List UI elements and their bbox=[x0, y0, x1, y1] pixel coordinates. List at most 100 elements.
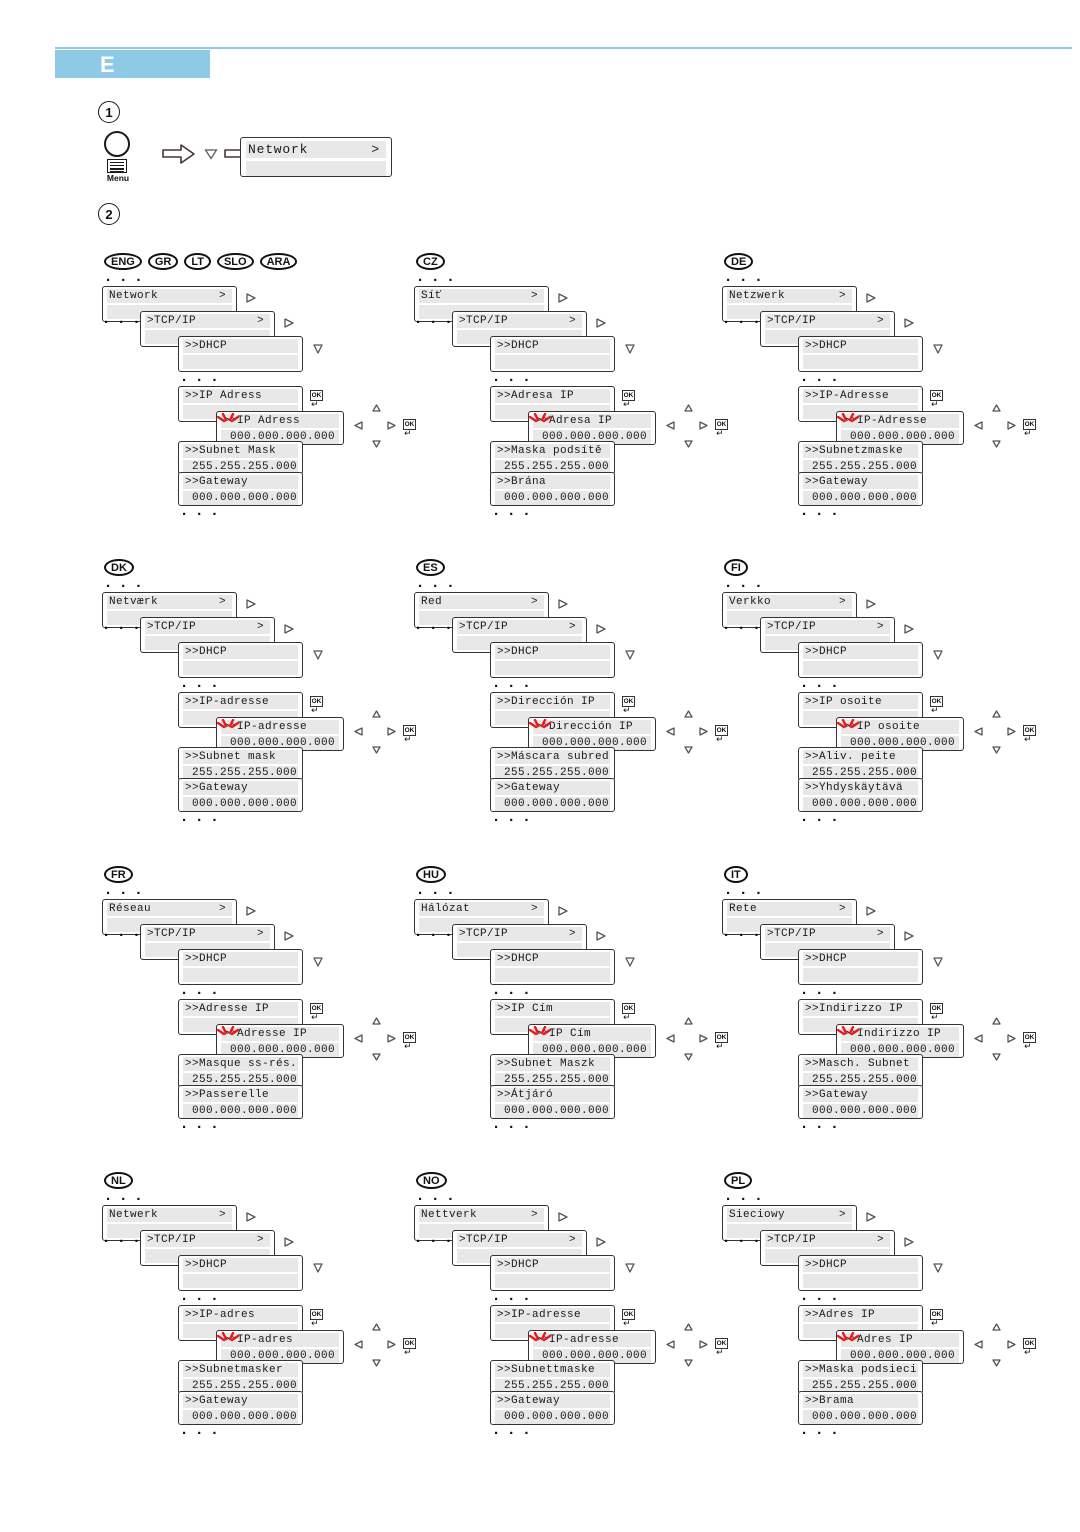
nav-up-triangle-icon[interactable] bbox=[371, 1322, 382, 1332]
ellipsis-left: · · · bbox=[104, 620, 143, 637]
lcd-line-2: 000.000.000.000 bbox=[183, 491, 298, 505]
nav-left-triangle-icon[interactable] bbox=[665, 1339, 676, 1350]
lcd-dk-dhcp: >>DHCP bbox=[178, 642, 303, 678]
nav-left-triangle-icon[interactable] bbox=[665, 1033, 676, 1044]
lcd-caret: > bbox=[218, 596, 226, 608]
menu-lines-icon bbox=[107, 159, 127, 173]
right-triangle-icon bbox=[245, 1211, 257, 1223]
section-tab: E bbox=[55, 50, 210, 78]
nav-up-triangle-icon[interactable] bbox=[991, 1016, 1002, 1026]
nav-up-triangle-icon[interactable] bbox=[683, 1016, 694, 1026]
nav-right-triangle-icon[interactable] bbox=[386, 1033, 397, 1044]
nav-up-triangle-icon[interactable] bbox=[683, 709, 694, 719]
nav-down-triangle-icon[interactable] bbox=[683, 439, 694, 449]
nav-down-triangle-icon[interactable] bbox=[371, 439, 382, 449]
nav-right-triangle-icon[interactable] bbox=[1006, 420, 1017, 431]
nav-down-triangle-icon[interactable] bbox=[683, 745, 694, 755]
nav-left-triangle-icon[interactable] bbox=[353, 1339, 364, 1350]
nav-right-triangle-icon[interactable] bbox=[1006, 1339, 1017, 1350]
nav-up-triangle-icon[interactable] bbox=[371, 403, 382, 413]
down-triangle-icon bbox=[312, 649, 324, 661]
nav-left-triangle-icon[interactable] bbox=[353, 726, 364, 737]
ellipsis-bottom: · · · bbox=[182, 1119, 221, 1136]
nav-left-triangle-icon[interactable] bbox=[353, 1033, 364, 1044]
nav-up-triangle-icon[interactable] bbox=[991, 709, 1002, 719]
lcd-line-1: >>DHCP bbox=[803, 952, 918, 966]
nav-left-triangle-icon[interactable] bbox=[973, 1033, 984, 1044]
nav-left-triangle-icon[interactable] bbox=[665, 420, 676, 431]
down-triangle-icon bbox=[624, 956, 636, 968]
lcd-line-1: >>Gateway bbox=[803, 1088, 918, 1102]
lcd-es-gateway: >>Gateway 000.000.000.000 bbox=[490, 778, 615, 812]
down-triangle-icon bbox=[204, 147, 218, 160]
nav-up-triangle-icon[interactable] bbox=[371, 709, 382, 719]
blink-indicator-up-icon bbox=[836, 1026, 862, 1046]
return-key-icon: ↵ bbox=[623, 1013, 631, 1023]
nav-right-triangle-icon[interactable] bbox=[698, 1033, 709, 1044]
nav-left-triangle-icon[interactable] bbox=[665, 726, 676, 737]
lcd-line-1: >>IP osoite bbox=[803, 695, 918, 709]
blink-indicator-up-icon bbox=[528, 413, 554, 433]
lcd-de-gateway: >>Gateway 000.000.000.000 bbox=[798, 472, 923, 506]
nav-right-triangle-icon[interactable] bbox=[698, 1339, 709, 1350]
ellipsis-left: · · · bbox=[104, 927, 143, 944]
right-triangle-icon-2 bbox=[283, 623, 295, 635]
ellipsis-bottom: · · · bbox=[494, 812, 533, 829]
nav-left-triangle-icon[interactable] bbox=[973, 420, 984, 431]
lcd-caret: > bbox=[568, 315, 576, 327]
language-badge-cz: CZ bbox=[416, 253, 445, 270]
lcd-line-2 bbox=[803, 968, 918, 982]
nav-down-triangle-icon[interactable] bbox=[371, 1358, 382, 1368]
lcd-line-1: >>Subnet mask bbox=[183, 750, 298, 764]
blink-indicator-up-icon bbox=[836, 719, 862, 739]
lcd-line-1: >TCP/IP > bbox=[145, 1233, 270, 1247]
lcd-display-network: Network > bbox=[240, 137, 392, 177]
nav-down-triangle-icon[interactable] bbox=[371, 1052, 382, 1062]
lcd-line-1: >TCP/IP > bbox=[145, 620, 270, 634]
nav-left-triangle-icon[interactable] bbox=[973, 726, 984, 737]
lcd-caret: > bbox=[876, 1234, 884, 1246]
nav-right-triangle-icon[interactable] bbox=[698, 420, 709, 431]
nav-down-triangle-icon[interactable] bbox=[371, 745, 382, 755]
ellipsis-left: · · · bbox=[724, 1233, 763, 1250]
step-marker-2: 2 bbox=[98, 203, 120, 225]
menu-button[interactable]: Menu bbox=[98, 131, 156, 183]
nav-right-triangle-icon[interactable] bbox=[386, 726, 397, 737]
nav-down-triangle-icon[interactable] bbox=[991, 1358, 1002, 1368]
nav-up-triangle-icon[interactable] bbox=[683, 403, 694, 413]
nav-up-triangle-icon[interactable] bbox=[991, 403, 1002, 413]
return-key-icon: ↵ bbox=[623, 706, 631, 716]
language-group-fi: FI · · · Verkko > · · · >TCP/IP > >>DHCP · · … bbox=[718, 559, 1048, 829]
nav-down-triangle-icon[interactable] bbox=[683, 1358, 694, 1368]
nav-up-triangle-icon[interactable] bbox=[371, 1016, 382, 1026]
language-badge-nl: NL bbox=[104, 1172, 133, 1189]
lcd-line-2: 000.000.000.000 bbox=[803, 1410, 918, 1424]
lcd-caret: > bbox=[218, 1209, 226, 1221]
lcd-caret: > bbox=[568, 621, 576, 633]
nav-right-triangle-icon[interactable] bbox=[386, 1339, 397, 1350]
language-group-pl: PL · · · Sieciowy > · · · >TCP/IP > >>DHCP · … bbox=[718, 1172, 1048, 1442]
lcd-line-1: >>Maska podsítě bbox=[495, 444, 610, 458]
lcd-eng-gateway: >>Gateway 000.000.000.000 bbox=[178, 472, 303, 506]
lcd-dk-gateway: >>Gateway 000.000.000.000 bbox=[178, 778, 303, 812]
nav-right-triangle-icon[interactable] bbox=[698, 726, 709, 737]
nav-right-triangle-icon[interactable] bbox=[1006, 1033, 1017, 1044]
nav-down-triangle-icon[interactable] bbox=[991, 439, 1002, 449]
lcd-no-gateway: >>Gateway 000.000.000.000 bbox=[490, 1391, 615, 1425]
nav-right-triangle-icon[interactable] bbox=[1006, 726, 1017, 737]
ellipsis-mid: · · · bbox=[802, 985, 841, 1002]
nav-down-triangle-icon[interactable] bbox=[991, 745, 1002, 755]
nav-left-triangle-icon[interactable] bbox=[973, 1339, 984, 1350]
nav-up-triangle-icon[interactable] bbox=[991, 1322, 1002, 1332]
language-badge-hu: HU bbox=[416, 866, 446, 883]
right-triangle-icon bbox=[865, 598, 877, 610]
lcd-hu-dhcp: >>DHCP bbox=[490, 949, 615, 985]
nav-down-triangle-icon[interactable] bbox=[683, 1052, 694, 1062]
lcd-line-1: Sieciowy > bbox=[727, 1208, 852, 1222]
language-badges: FI bbox=[724, 559, 754, 579]
nav-right-triangle-icon[interactable] bbox=[386, 420, 397, 431]
nav-down-triangle-icon[interactable] bbox=[991, 1052, 1002, 1062]
nav-up-triangle-icon[interactable] bbox=[683, 1322, 694, 1332]
lcd-es-subnet: >>Máscara subred 255.255.255.000 bbox=[490, 747, 615, 781]
nav-left-triangle-icon[interactable] bbox=[353, 420, 364, 431]
